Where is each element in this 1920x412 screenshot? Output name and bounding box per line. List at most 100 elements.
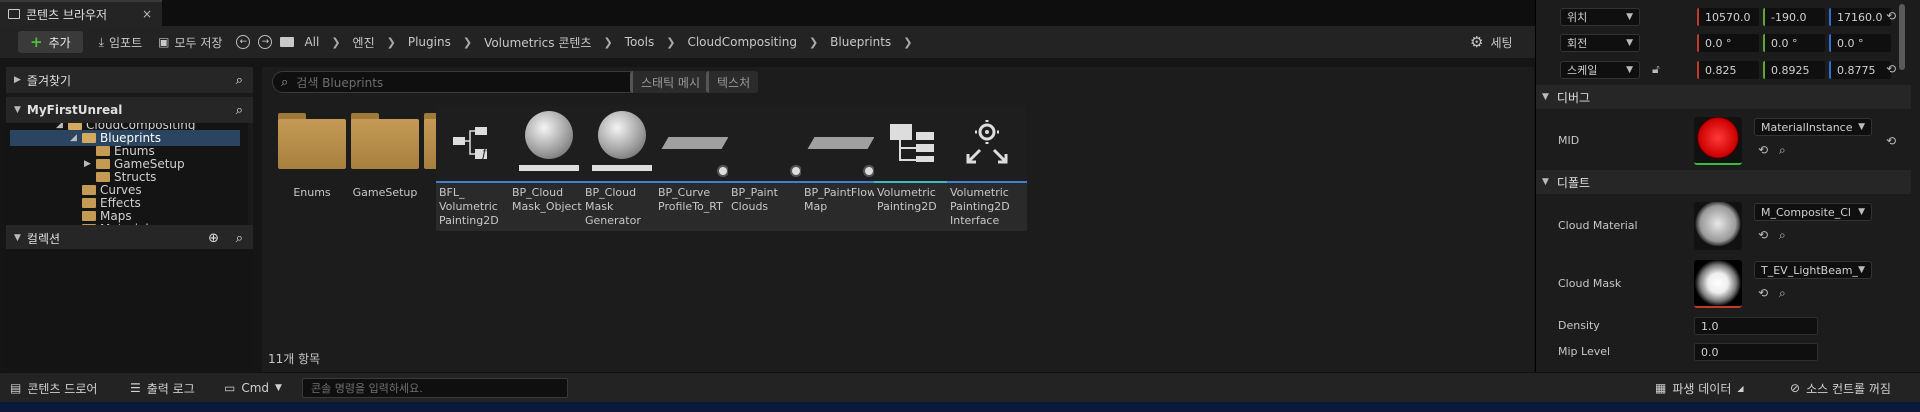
location-z[interactable]: 17160.0 [1829, 8, 1891, 26]
use-selected-icon[interactable]: ⟲ [1758, 286, 1768, 300]
breadcrumb-item[interactable]: Volumetrics 콘텐츠 [484, 34, 591, 51]
asset-tile[interactable]: BP_PaintFlow Map [801, 105, 881, 231]
content-drawer-button[interactable]: ▤ 콘텐츠 드로어 [10, 373, 97, 403]
breadcrumb-item[interactable]: Blueprints [830, 35, 891, 49]
use-selected-icon[interactable]: ⟲ [1758, 143, 1768, 157]
asset-tile[interactable]: BP_Curve ProfileTo_RT [655, 105, 735, 231]
back-icon[interactable]: ← [236, 35, 251, 49]
chevron-right-icon[interactable]: ❯ [603, 36, 612, 49]
scale-x[interactable]: 0.825 [1697, 61, 1759, 79]
mip-level-field[interactable]: 0.0 [1694, 343, 1818, 361]
reset-icon[interactable]: ⟲ [1886, 134, 1896, 148]
density-field[interactable]: 1.0 [1694, 317, 1818, 335]
sphere-icon [509, 105, 589, 181]
collections-header[interactable]: ▼ 컬렉션 ⊕ ⌕ [6, 225, 253, 251]
folder-icon[interactable] [351, 113, 419, 169]
mid-dropdown[interactable]: MaterialInstance ▼ [1754, 118, 1872, 136]
chevron-down-icon: ▼ [1542, 92, 1549, 102]
breadcrumb-item[interactable]: Tools [625, 35, 655, 49]
search-icon[interactable]: ⌕ [236, 103, 243, 118]
asset-type-bar [801, 181, 881, 183]
cloud-mask-dropdown[interactable]: T_EV_LightBeam_ ▼ [1754, 261, 1872, 279]
location-y[interactable]: -190.0 [1763, 8, 1825, 26]
folder-name[interactable]: Enums [272, 186, 352, 199]
browse-icon[interactable]: ⌕ [1779, 143, 1786, 158]
derived-data-button[interactable]: ▦ 파생 데이터 ◢ [1655, 373, 1744, 403]
folder-open-icon [68, 123, 82, 130]
rotation-dropdown[interactable]: 회전 ▼ [1560, 34, 1640, 52]
location-x[interactable]: 10570.0 [1697, 8, 1759, 26]
forward-icon[interactable]: → [258, 35, 273, 49]
breadcrumb-item[interactable]: Plugins [408, 35, 451, 49]
cloud-material-thumbnail[interactable] [1694, 202, 1742, 250]
save-all-button[interactable]: ▣ 모두 저장 [158, 34, 222, 51]
debug-header[interactable]: ▼ 디버그 [1536, 85, 1911, 109]
asset-tile[interactable]: BP_Cloud Mask Generator [582, 105, 662, 231]
chevron-right-icon[interactable]: ❯ [666, 36, 675, 49]
close-icon[interactable]: × [142, 7, 152, 21]
project-header[interactable]: ▼ MyFirstUnreal ⌕ [6, 97, 253, 123]
folder-icon [82, 211, 96, 221]
plus-icon: + [30, 33, 43, 51]
reset-icon[interactable]: ⟲ [1886, 9, 1896, 23]
expand-arrow-icon[interactable]: ▶ [84, 159, 92, 169]
settings-button[interactable]: ⚙ 세팅 [1470, 26, 1513, 58]
reset-icon[interactable]: ⟲ [1886, 62, 1896, 76]
rotation-y[interactable]: 0.0 ° [1763, 34, 1825, 52]
chevron-right-icon[interactable]: ❯ [903, 36, 912, 49]
add-collection-icon[interactable]: ⊕ [208, 231, 219, 246]
import-button[interactable]: ⤓ 임포트 [99, 34, 142, 51]
browse-icon[interactable]: ⌕ [1779, 228, 1786, 243]
chevron-right-icon[interactable]: ❯ [331, 36, 340, 49]
rotation-x[interactable]: 0.0 ° [1697, 34, 1759, 52]
details-panel: 위치 ▼ 10570.0 -190.0 17160.0 ⟲ 회전 ▼ 0.0 ° 0… [1535, 0, 1920, 372]
asset-tile[interactable]: BP_Cloud Mask_Object [509, 105, 589, 231]
search-icon[interactable]: ⌕ [236, 73, 243, 88]
console-input[interactable]: 콘솔 명령을 입력하세요. [302, 378, 568, 398]
use-selected-icon[interactable]: ⟲ [1758, 228, 1768, 242]
scale-z[interactable]: 0.8775 [1829, 61, 1891, 79]
breadcrumb-item[interactable]: All [304, 35, 319, 49]
source-control-button[interactable]: ⊘ 소스 컨트롤 꺼짐 [1790, 373, 1891, 403]
chevron-right-icon[interactable]: ❯ [809, 36, 818, 49]
expand-arrow-icon[interactable]: ◢ [56, 123, 64, 130]
cloud-material-dropdown[interactable]: M_Composite_Cl ▼ [1754, 203, 1872, 221]
filter-chip-static-mesh[interactable]: 스태틱 메시 [630, 71, 709, 93]
filter-chip-texture[interactable]: 텍스처 [706, 71, 759, 93]
search-icon[interactable]: ⌕ [236, 231, 243, 246]
asset-tile[interactable]: BP_Paint Clouds [728, 105, 808, 231]
asset-tile[interactable]: Volumetric Painting2D [874, 105, 954, 231]
scale-dropdown[interactable]: 스케일 ▼ [1560, 61, 1640, 79]
default-header[interactable]: ▼ 디폴트 [1536, 170, 1911, 194]
asset-name: BP_Cloud Mask Generator [585, 186, 641, 227]
rotation-z[interactable]: 0.0 ° [1829, 34, 1891, 52]
details-scrollbar[interactable] [1899, 4, 1905, 70]
breadcrumb-item[interactable]: 엔진 [353, 34, 375, 51]
asset-tile[interactable]: Volumetric Painting2D Interface [947, 105, 1027, 231]
favorites-header[interactable]: ▶ 즐겨찾기 ⌕ [6, 67, 253, 93]
mid-thumbnail[interactable] [1694, 117, 1742, 165]
asset-type-bar [947, 181, 1027, 183]
tab-content-browser[interactable]: 콘텐츠 브라우저 × [0, 0, 162, 26]
output-log-button[interactable]: ☰ 출력 로그 [130, 373, 195, 403]
chevron-right-icon[interactable]: ❯ [387, 36, 396, 49]
asset-type-bar [874, 181, 954, 183]
chevron-down-icon: ▼ [1626, 65, 1633, 75]
add-button[interactable]: + 추가 [18, 31, 83, 53]
density-label: Density [1558, 319, 1600, 332]
lock-icon[interactable]: 🔓︎ [1652, 62, 1660, 77]
cloud-mask-thumbnail[interactable] [1694, 260, 1742, 308]
folder-name[interactable]: GameSetup [345, 186, 425, 199]
chevron-right-icon[interactable]: ❯ [463, 36, 472, 49]
scale-y[interactable]: 0.8925 [1763, 61, 1825, 79]
folder-icon[interactable] [280, 37, 295, 47]
folder-icon[interactable] [278, 113, 346, 169]
browse-icon[interactable]: ⌕ [1779, 286, 1786, 301]
gear-icon: ⚙ [1470, 33, 1484, 51]
cmd-dropdown[interactable]: ▭ Cmd ▼ [224, 373, 282, 403]
expand-arrow-icon[interactable]: ◢ [70, 133, 78, 143]
location-dropdown[interactable]: 위치 ▼ [1560, 8, 1640, 26]
asset-tile[interactable]: f BFL_ Volumetric Painting2D [436, 105, 516, 231]
breadcrumb-item[interactable]: CloudCompositing [687, 35, 797, 49]
asset-name: BP_Paint Clouds [731, 186, 778, 213]
